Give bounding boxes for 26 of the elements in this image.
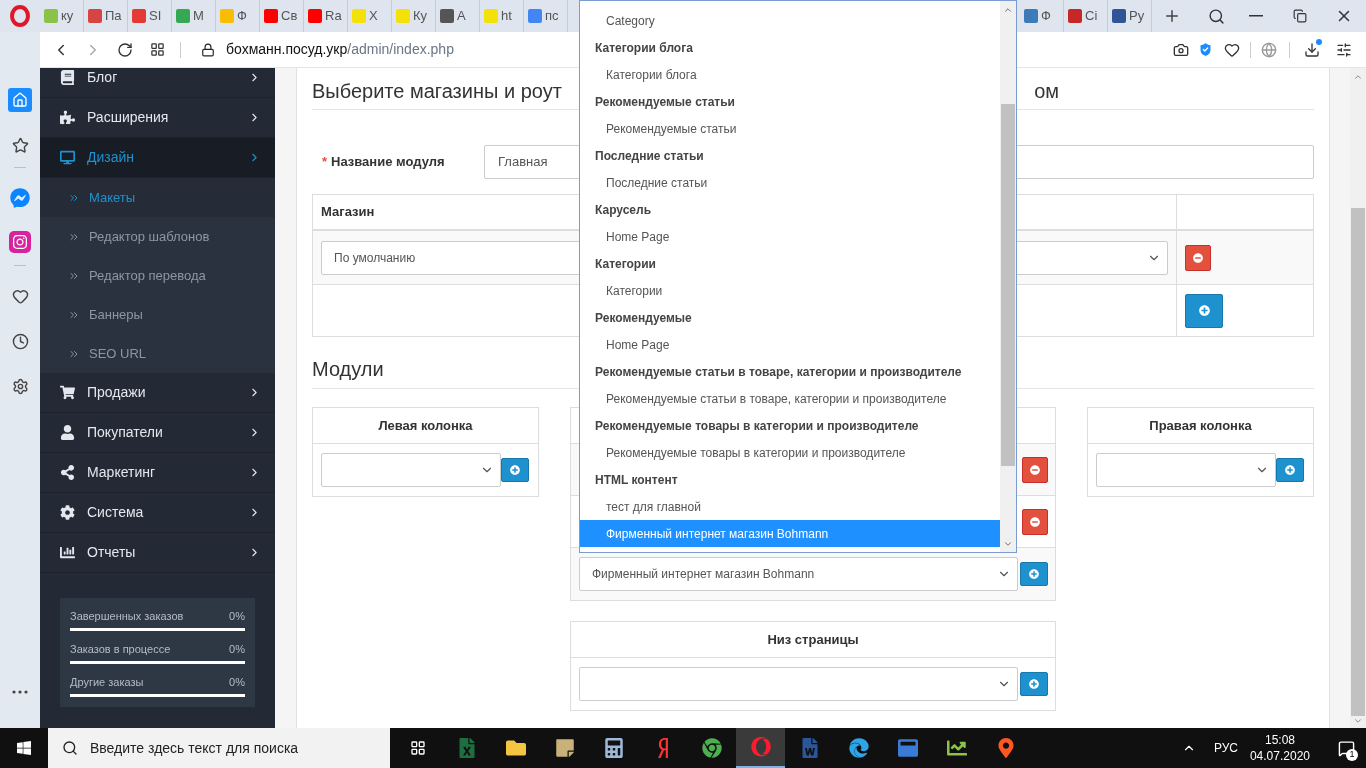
stat-value: 0%: [229, 675, 245, 690]
stat-label: Заказов в процессе: [70, 642, 171, 657]
option-group-label: Рекомендуемые статьи в товаре, категории и производителе: [594, 363, 963, 381]
column-title: Низ страницы: [767, 630, 859, 649]
column-title: Левая колонка: [378, 416, 473, 435]
option-group-label: Категории: [594, 255, 657, 273]
option-group-label: Рекомендуемые товары в категории и производителе: [594, 417, 920, 435]
stat-label: Другие заказы: [70, 675, 144, 690]
option-group-label: Последние статьи: [594, 147, 705, 165]
option-group-label: Категории блога: [594, 39, 694, 57]
option-group-label: Рекомендуемые статьи: [594, 93, 736, 111]
stat-value: 0%: [229, 642, 245, 657]
section-heading: ом: [1034, 79, 1059, 104]
option-group-label: HTML контент: [594, 471, 679, 489]
field-label: Название модуля: [331, 153, 445, 172]
column-header: Магазин: [321, 203, 375, 222]
stat-value: 0%: [229, 609, 245, 624]
clock-date: 04.07.2020: [1249, 748, 1310, 764]
section-heading: Выберите магазины и роут: [312, 79, 562, 104]
stat-label: Завершенных заказов: [70, 609, 184, 624]
option-group-label: Рекомендуемые: [594, 309, 693, 327]
clock-time: 15:08: [1264, 732, 1295, 748]
section-heading: Модули: [312, 358, 384, 380]
option-group-label: Карусель: [594, 201, 653, 219]
column-title: Правая колонка: [1149, 416, 1252, 435]
required-mark: *: [322, 153, 328, 172]
